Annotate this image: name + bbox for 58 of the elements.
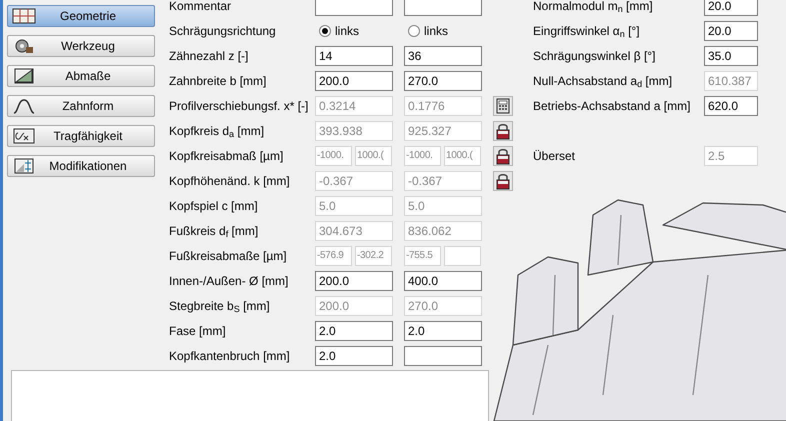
input-field[interactable]: 2.0	[315, 346, 393, 366]
field-label: Zahnbreite b [mm]	[169, 72, 268, 90]
radio-option[interactable]: links	[315, 22, 404, 40]
field-label: Kopfhöhenänd. k [mm]	[169, 172, 291, 190]
calculator-icon	[494, 96, 512, 114]
field-label: Stegbreite b$_{S}$ [mm]	[169, 298, 271, 314]
field-label: Betriebs-Achsabstand a [mm]	[533, 98, 692, 114]
lock-icon	[494, 122, 512, 140]
input-field[interactable]: 2.0	[404, 320, 482, 340]
input-field[interactable]: 200.0	[315, 270, 393, 290]
radio-option[interactable]: links	[404, 22, 493, 40]
field-label: Profilverschiebungsf. x* [-]	[169, 98, 310, 114]
field-label: Kopfkantenbruch [mm]	[169, 348, 291, 364]
lock-button[interactable]	[493, 120, 513, 140]
lock-icon	[494, 146, 512, 164]
input-field[interactable]	[404, 0, 482, 16]
field-label: Fußkreis d$_{f}$ [mm]	[169, 222, 260, 240]
input-field[interactable]: 36	[404, 46, 482, 66]
tab-icon	[12, 158, 36, 174]
tab-icon	[12, 128, 36, 144]
input-field[interactable]	[315, 0, 393, 16]
calculator-button[interactable]	[493, 96, 513, 116]
lock-button[interactable]	[493, 170, 513, 190]
sidebar-item[interactable]: Zahnform	[7, 95, 155, 117]
input-field[interactable]: 400.0	[404, 270, 482, 290]
sidebar-item[interactable]: Geometrie	[7, 5, 155, 27]
input-field[interactable]: 200.0	[315, 70, 393, 90]
input-field[interactable]: 2.0	[315, 320, 393, 340]
sidebar-item[interactable]: Tragfähigkeit	[7, 125, 155, 147]
field-label: Schrägungswinkel β [°]	[533, 48, 656, 64]
tab-icon	[12, 8, 36, 24]
field-label: Zähnezahl z [-]	[169, 48, 250, 64]
input-field[interactable]: 14	[315, 46, 393, 66]
input-field[interactable]: 620.0	[704, 96, 758, 116]
field-label: Null-Achsabstand a$_{d}$ [mm]	[533, 72, 674, 90]
field-label: Kommentar	[169, 0, 232, 14]
field-label: Kopfspiel c [mm]	[169, 198, 259, 214]
sidebar-item[interactable]: Modifikationen	[7, 155, 155, 177]
sidebar-item[interactable]: Abmaße	[7, 65, 155, 87]
field-label: Fußkreisabmaße [µm]	[169, 248, 288, 264]
field-label: Normalmodul m$_{n}$ [mm]	[533, 0, 654, 14]
field-label: Fase [mm]	[169, 322, 227, 340]
sidebar-item[interactable]: Werkzeug	[7, 35, 155, 57]
field-label: Überset	[533, 148, 576, 164]
field-label: Schrägungsrichtung	[169, 22, 277, 40]
input-field[interactable]: 20.0	[704, 20, 758, 40]
input-field[interactable]: 270.0	[404, 70, 482, 90]
input-field[interactable]: 35.0	[704, 46, 758, 66]
tab-icon	[12, 68, 36, 84]
field-label: Kopfkreisabmaß [µm]	[169, 148, 284, 164]
field-label: Innen-/Außen- Ø [mm]	[169, 272, 290, 290]
lock-button[interactable]	[493, 146, 513, 166]
input-field[interactable]	[404, 346, 482, 366]
tab-icon	[12, 98, 36, 114]
field-label: Kopfkreis d$_{a}$ [mm]	[169, 122, 266, 140]
field-label: Eingriffswinkel α$_{n}$ [°]	[533, 22, 641, 40]
input-field[interactable]: 20.0	[704, 0, 758, 16]
lock-icon	[494, 172, 512, 190]
